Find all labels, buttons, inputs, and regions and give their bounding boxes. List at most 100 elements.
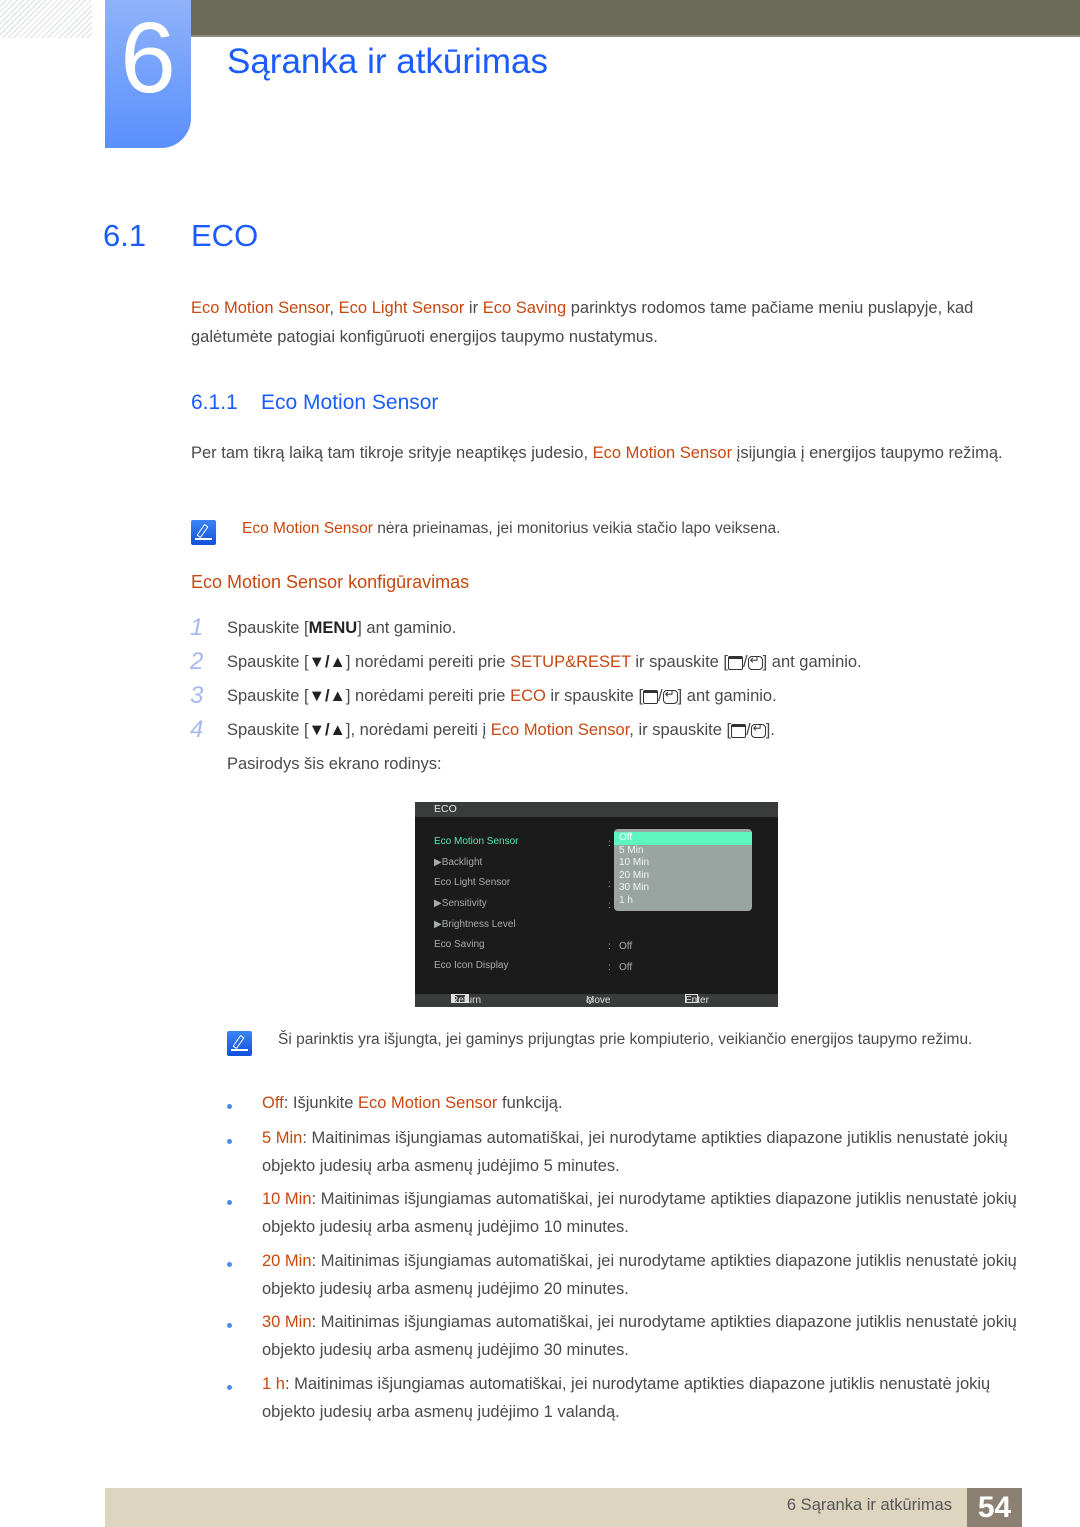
step-number: 2: [190, 648, 204, 675]
text: ir spauskite [: [630, 653, 729, 671]
note-text: Ši parinktis yra išjungta, jei gaminys p…: [278, 1031, 973, 1048]
bullet-dot: [227, 1385, 232, 1390]
dropdown-option-5-min[interactable]: 5 Min: [614, 845, 752, 858]
bullet-item: 1 h: Maitinimas išjungiamas automatiškai…: [262, 1370, 1022, 1426]
highlight-term: Eco Motion Sensor: [592, 444, 733, 462]
page-number: 54: [967, 1488, 1022, 1527]
text: ir spauskite [: [545, 687, 644, 705]
highlight-term: SETUP&RESET: [510, 653, 631, 671]
section-title: ECO: [191, 218, 259, 253]
bullet-item: 5 Min: Maitinimas išjungiamas automatišk…: [262, 1124, 1022, 1180]
highlight-term: Eco Motion Sensor: [191, 299, 330, 317]
source-button-icon: [643, 690, 659, 704]
text: Spauskite [: [227, 687, 309, 705]
bullet-item: 30 Min: Maitinimas išjungiamas automatiš…: [262, 1308, 1022, 1364]
text: ] ant gaminio.: [677, 687, 777, 705]
text: Spauskite [: [227, 653, 309, 671]
bullet-item: 10 Min: Maitinimas išjungiamas automatiš…: [262, 1185, 1022, 1241]
chapter-number: 6: [120, 2, 176, 114]
footer-chapter-label: 6 Sąranka ir atkūrimas: [786, 1496, 952, 1514]
osd-value-eco-icon-display: Off: [619, 962, 633, 973]
text: : Maitinimas išjungiamas automatiškai, j…: [262, 1129, 1008, 1175]
osd-colon: :: [608, 962, 611, 973]
osd-colon: :: [608, 879, 611, 890]
bullet-dot: [227, 1200, 232, 1205]
highlight-term: ECO: [510, 687, 546, 705]
osd-item-label: Sensitivity: [441, 898, 487, 909]
screen-caption: Pasirodys šis ekrano rodinys:: [227, 755, 442, 773]
bullet-dot: [227, 1262, 232, 1267]
arrow-keys: ▼/▲: [308, 687, 346, 705]
text: : Maitinimas išjungiamas automatiškai, j…: [262, 1252, 1017, 1298]
text: ], norėdami pereiti į: [345, 721, 491, 739]
subsection-title: Eco Motion Sensor: [261, 391, 439, 414]
step-number: 1: [190, 614, 204, 641]
triangle-right-icon: ▶: [434, 919, 442, 930]
chapter-title: Sąranka ir atkūrimas: [227, 42, 548, 81]
bullet-item: Off: Išjunkite Eco Motion Sensor funkcij…: [262, 1089, 1022, 1117]
enter-button-icon: [662, 687, 678, 704]
dropdown-option-10-min[interactable]: 10 Min: [614, 857, 752, 870]
text: ] norėdami pereiti prie: [345, 687, 511, 705]
enter-label: Enter: [685, 995, 709, 1006]
step-text: Spauskite [▼/▲] norėdami pereiti prie SE…: [227, 653, 862, 672]
section-heading: 6.1 ECO: [103, 218, 258, 254]
text: Spauskite [: [227, 721, 309, 739]
text: , ir spauskite [: [629, 721, 732, 739]
dropdown-option-off[interactable]: Off: [614, 832, 752, 845]
highlight-term: Eco Motion Sensor: [490, 721, 630, 739]
osd-item-brightness-level[interactable]: ▶Brightness Level: [434, 919, 516, 930]
osd-item-backlight[interactable]: ▶Backlight: [434, 857, 482, 868]
osd-item-eco-saving[interactable]: Eco Saving: [434, 939, 485, 950]
osd-item-eco-motion-sensor[interactable]: Eco Motion Sensor: [434, 836, 519, 847]
osd-item-sensitivity[interactable]: ▶Sensitivity: [434, 898, 487, 909]
bullet-item: 20 Min: Maitinimas išjungiamas automatiš…: [262, 1247, 1022, 1303]
step-text: Spauskite [MENU] ant gaminio.: [227, 619, 456, 638]
text: Per tam tikrą laiką tam tikroje srityje …: [191, 444, 593, 462]
return-label: Return: [451, 995, 482, 1006]
osd-item-eco-light-sensor[interactable]: Eco Light Sensor: [434, 877, 510, 888]
text: : Maitinimas išjungiamas automatiškai, j…: [262, 1190, 1017, 1236]
text: funkciją.: [497, 1094, 563, 1112]
header-bar: [190, 0, 1080, 37]
highlight-term: Eco Saving: [482, 299, 567, 317]
text: ].: [765, 721, 775, 739]
osd-colon: :: [608, 941, 611, 952]
config-heading: Eco Motion Sensor konfigūravimas: [191, 572, 470, 592]
enter-button-icon: [750, 721, 766, 738]
triangle-right-icon: ▶: [434, 857, 442, 868]
option-name: 30 Min: [262, 1313, 312, 1331]
option-name: 10 Min: [262, 1190, 312, 1208]
text: įsijungia į energijos taupymo režimą.: [732, 444, 1003, 462]
highlight-term: Eco Motion Sensor: [242, 520, 373, 537]
dropdown-option-20-min[interactable]: 20 Min: [614, 870, 752, 883]
decorative-hatch: [0, 0, 92, 38]
dropdown-option-1-h[interactable]: 1 h: [614, 895, 752, 908]
step-text: Spauskite [▼/▲] norėdami pereiti prie EC…: [227, 687, 777, 706]
arrow-keys: ▼/▲: [308, 721, 346, 739]
highlight-term: Eco Light Sensor: [338, 299, 465, 317]
note-text: Eco Motion Sensor nėra prieinamas, jei m…: [242, 515, 780, 542]
bullet-dot: [227, 1323, 232, 1328]
option-name: 20 Min: [262, 1252, 312, 1270]
text: ] norėdami pereiti prie: [345, 653, 511, 671]
osd-item-label: Backlight: [441, 857, 483, 868]
text: nėra prieinamas, jei monitorius veikia s…: [372, 520, 781, 537]
text: ,: [329, 299, 339, 317]
text: : Maitinimas išjungiamas automatiškai, j…: [262, 1375, 991, 1421]
step-number: 3: [190, 682, 204, 709]
step-number: 4: [190, 716, 204, 743]
osd-item-label: Brightness Level: [441, 919, 516, 930]
bullet-dot: [227, 1104, 232, 1109]
move-label: Move: [586, 995, 611, 1006]
osd-colon: :: [608, 900, 611, 911]
menu-key: MENU: [308, 619, 358, 637]
text: : Maitinimas išjungiamas automatiškai, j…: [262, 1313, 1017, 1359]
triangle-right-icon: ▶: [434, 898, 442, 909]
dropdown-option-30-min[interactable]: 30 Min: [614, 882, 752, 895]
arrow-keys: ▼/▲: [308, 653, 346, 671]
bullet-dot: [227, 1139, 232, 1144]
osd-title: ECO: [415, 802, 778, 817]
osd-item-eco-icon-display[interactable]: Eco Icon Display: [434, 960, 508, 971]
osd-dropdown[interactable]: Off 5 Min 10 Min 20 Min 30 Min 1 h: [614, 829, 752, 911]
